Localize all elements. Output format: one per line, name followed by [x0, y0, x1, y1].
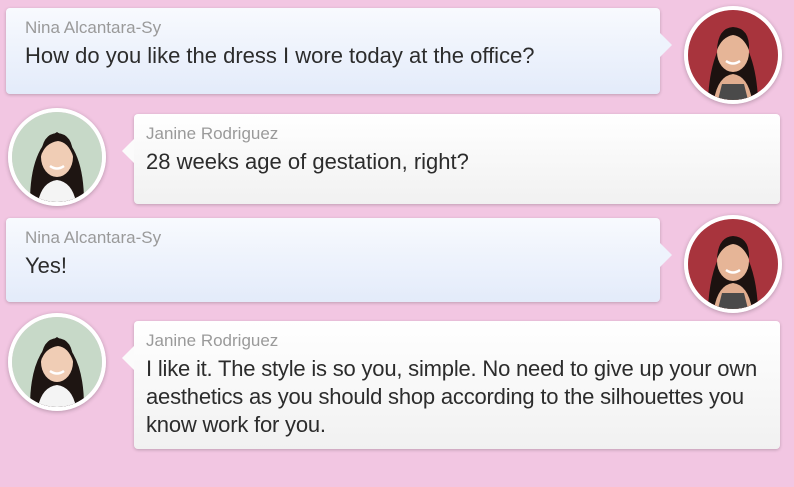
message-bubble[interactable]: Nina Alcantara-Sy Yes!: [6, 218, 672, 302]
message-bubble[interactable]: Nina Alcantara-Sy How do you like the dr…: [6, 8, 672, 94]
nina-avatar[interactable]: [684, 215, 782, 313]
message-text: Yes!: [25, 253, 68, 278]
message-text: How do you like the dress I wore today a…: [25, 43, 535, 68]
sender-name: Janine Rodriguez: [146, 124, 279, 143]
janine-avatar[interactable]: [8, 108, 106, 206]
sender-name: Nina Alcantara-Sy: [25, 228, 162, 247]
janine-avatar[interactable]: [8, 313, 106, 411]
message-text: I like it. The style is so you, simple. …: [146, 356, 758, 437]
message-bubble[interactable]: Janine Rodriguez 28 weeks age of gestati…: [122, 114, 780, 204]
sender-name: Nina Alcantara-Sy: [25, 18, 162, 37]
message-bubble[interactable]: Janine Rodriguez I like it. The style is…: [122, 321, 780, 449]
message-text: 28 weeks age of gestation, right?: [146, 149, 469, 174]
sender-name: Janine Rodriguez: [146, 331, 279, 350]
nina-avatar[interactable]: [684, 6, 782, 104]
